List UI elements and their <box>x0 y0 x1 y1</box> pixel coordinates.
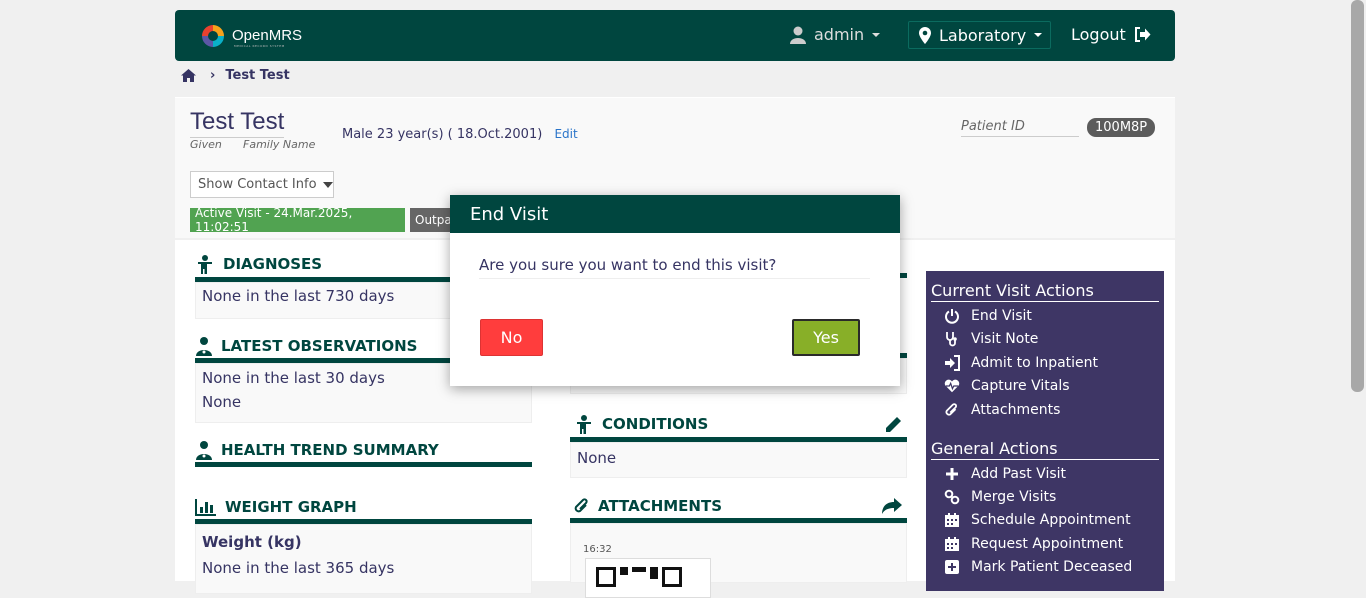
admit-to-inpatient-action[interactable]: Admit to Inpatient <box>944 355 1098 371</box>
weight-graph-section: WEIGHT GRAPH Weight (kg) None in the las… <box>195 494 532 594</box>
openmrs-logo[interactable]: OpenMRS MEDICAL RECORD SYSTEM <box>200 23 310 51</box>
weight-graph-body: Weight (kg) None in the last 365 days <box>195 524 532 594</box>
scrollbar-thumb[interactable] <box>1351 0 1364 392</box>
current-visit-actions-title: Current Visit Actions <box>931 281 1159 302</box>
request-appointment-label: Request Appointment <box>971 536 1124 552</box>
visit-note-label: Visit Note <box>971 331 1039 347</box>
attachment-thumbnail[interactable] <box>585 558 711 598</box>
openmrs-logo-icon <box>202 25 224 47</box>
bar-chart-icon <box>195 498 216 516</box>
capture-vitals-label: Capture Vitals <box>971 378 1070 394</box>
paperclip-icon <box>945 403 957 416</box>
health-trend-title: HEALTH TREND SUMMARY <box>221 441 439 459</box>
paperclip-icon <box>574 497 588 512</box>
show-contact-info-button[interactable]: Show Contact Info <box>190 171 334 198</box>
attachment-time: 16:32 <box>583 544 612 555</box>
attachments-title: ATTACHMENTS <box>598 496 723 515</box>
visit-actions-sidebar: Current Visit Actions End Visit Visit No… <box>926 271 1164 591</box>
location-label: Laboratory <box>939 25 1027 45</box>
weight-graph-empty: None in the last 365 days <box>202 559 395 577</box>
breadcrumb-current: Test Test <box>225 67 290 83</box>
yes-button[interactable]: Yes <box>792 319 860 356</box>
patient-demographics: Male 23 year(s) ( 18.Oct.2001) Edit <box>342 127 578 142</box>
weight-graph-title: WEIGHT GRAPH <box>225 497 357 516</box>
no-button[interactable]: No <box>480 319 543 356</box>
patient-id-label: Patient ID <box>961 119 1079 137</box>
conditions-section: CONDITIONS None <box>570 411 907 478</box>
conditions-title: CONDITIONS <box>602 415 709 433</box>
share-icon[interactable] <box>881 497 903 515</box>
power-icon <box>945 309 959 324</box>
map-marker-icon <box>919 26 931 44</box>
attachments-label: Attachments <box>971 402 1061 418</box>
signin-icon <box>945 355 960 371</box>
dialog-title: End Visit <box>470 203 549 225</box>
user-md-icon <box>196 336 212 356</box>
chevron-down-icon <box>1034 33 1043 37</box>
diagnoses-title: DIAGNOSES <box>223 255 323 273</box>
plus-square-icon <box>945 560 959 574</box>
active-visit-badge[interactable]: Active Visit - 24.Mar.2025, 11:02:51 <box>190 206 405 234</box>
calendar-icon <box>945 513 959 527</box>
caret-down-icon <box>322 181 333 188</box>
diagnosis-icon <box>577 415 591 434</box>
calendar-icon <box>945 537 959 551</box>
user-menu[interactable]: admin <box>790 25 881 44</box>
visit-note-action[interactable]: Visit Note <box>944 331 1038 347</box>
user-icon <box>790 26 806 44</box>
stethoscope-icon <box>946 332 957 347</box>
request-appointment-action[interactable]: Request Appointment <box>944 536 1123 552</box>
add-past-visit-label: Add Past Visit <box>971 466 1067 482</box>
health-trend-section: HEALTH TREND SUMMARY <box>195 438 532 467</box>
general-actions-title: General Actions <box>931 439 1159 460</box>
location-selector[interactable]: Laboratory <box>908 21 1051 49</box>
mark-patient-deceased-action[interactable]: Mark Patient Deceased <box>944 559 1132 575</box>
qr-code-icon <box>596 567 682 587</box>
end-visit-dialog: End Visit Are you sure you want to end t… <box>450 195 900 386</box>
weight-graph-subtitle: Weight (kg) <box>202 533 302 551</box>
mark-deceased-label: Mark Patient Deceased <box>971 559 1133 575</box>
username: admin <box>814 25 865 44</box>
capture-vitals-action[interactable]: Capture Vitals <box>944 378 1070 394</box>
latest-observations-title: LATEST OBSERVATIONS <box>221 336 418 355</box>
user-md-icon <box>196 441 212 460</box>
chevron-right-icon: › <box>210 67 216 83</box>
demographics-text: Male 23 year(s) ( 18.Oct.2001) <box>342 127 543 142</box>
edit-link[interactable]: Edit <box>554 127 577 141</box>
patient-id-badge: 100M8P <box>1087 118 1156 137</box>
diagnosis-icon <box>198 255 212 274</box>
schedule-appointment-action[interactable]: Schedule Appointment <box>944 512 1131 528</box>
schedule-appointment-label: Schedule Appointment <box>971 512 1131 528</box>
logo-subtext: MEDICAL RECORD SYSTEM <box>234 44 285 48</box>
logo-text: OpenMRS <box>232 27 303 44</box>
plus-icon <box>946 468 958 480</box>
home-icon[interactable] <box>181 68 196 82</box>
family-label: Family Name <box>243 138 316 151</box>
dialog-header: End Visit <box>450 195 900 233</box>
end-visit-label: End Visit <box>971 308 1032 324</box>
add-past-visit-action[interactable]: Add Past Visit <box>944 466 1066 482</box>
logout-label: Logout <box>1071 25 1126 44</box>
attachments-action[interactable]: Attachments <box>944 402 1060 418</box>
patient-name: Test Test <box>190 108 285 138</box>
pencil-icon[interactable] <box>884 415 903 434</box>
dialog-question: Are you sure you want to end this visit? <box>479 256 870 279</box>
attachments-section: ATTACHMENTS 16:32 <box>570 493 907 598</box>
logout-link[interactable]: Logout <box>1071 25 1151 44</box>
link-icon <box>944 489 960 505</box>
merge-visits-label: Merge Visits <box>971 489 1057 505</box>
contact-button-label: Show Contact Info <box>198 177 317 192</box>
sign-out-icon <box>1134 27 1151 42</box>
latest-obs-line2: None <box>202 393 242 411</box>
admit-label: Admit to Inpatient <box>971 355 1099 371</box>
merge-visits-action[interactable]: Merge Visits <box>944 489 1056 505</box>
end-visit-action[interactable]: End Visit <box>944 308 1032 324</box>
given-label: Given <box>190 138 222 151</box>
conditions-body: None <box>570 442 907 478</box>
heartbeat-icon <box>944 379 960 393</box>
breadcrumb: › Test Test <box>181 66 290 84</box>
chevron-down-icon <box>872 32 881 37</box>
attachments-body: 16:32 <box>570 523 907 598</box>
